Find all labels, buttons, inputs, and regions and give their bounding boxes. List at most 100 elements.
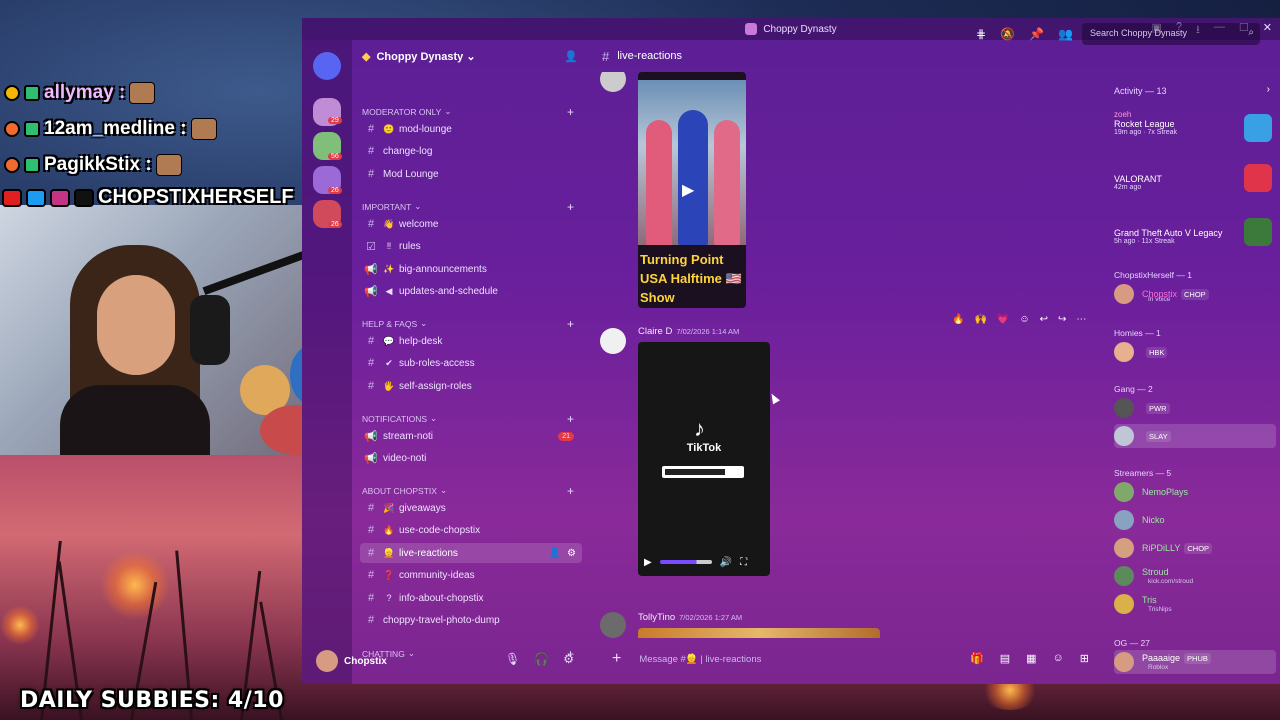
avatar[interactable] bbox=[316, 650, 338, 672]
message-time: 7/02/2026 1:27 AM bbox=[679, 613, 743, 622]
avatar[interactable] bbox=[600, 328, 626, 354]
close-button[interactable]: ✕ bbox=[1263, 21, 1272, 40]
play-icon[interactable]: ▶ bbox=[682, 180, 694, 200]
add-channel-icon[interactable]: + bbox=[567, 412, 574, 426]
tiktok-video-attachment[interactable]: ♪ TikTok ▶ 🔊 ⛶ bbox=[638, 342, 770, 576]
avatar bbox=[1114, 538, 1134, 558]
activity-card[interactable]: VALORANT 42m ago bbox=[1114, 164, 1274, 192]
channel-mod-lounge-voice[interactable]: # Mod Lounge bbox=[360, 164, 582, 184]
reaction-emoji[interactable]: 🔥 bbox=[952, 314, 964, 325]
message-header: TollyTino 7/02/2026 1:27 AM bbox=[638, 612, 742, 623]
server-header[interactable]: ◆ Choppy Dynasty ⌄ 👤 bbox=[352, 40, 588, 72]
tiktok-icon bbox=[74, 188, 94, 207]
reply-icon[interactable]: ↩ bbox=[1040, 314, 1048, 325]
emote-icon bbox=[190, 118, 217, 140]
category-label: MODERATOR ONLY bbox=[362, 106, 442, 117]
channel-stream-noti[interactable]: 📢 stream-noti 21 bbox=[360, 426, 582, 446]
headphones-icon[interactable]: 🎧 bbox=[534, 652, 549, 666]
member-item[interactable]: Chopstix CHOP In voice bbox=[1114, 282, 1276, 306]
reaction-emoji[interactable]: 💗 bbox=[997, 314, 1009, 325]
activity-card[interactable]: Grand Theft Auto V Legacy 5h ago · 11x S… bbox=[1114, 218, 1274, 246]
search-input[interactable]: Search Choppy Dynasty ⌕ bbox=[1082, 23, 1260, 45]
message-author[interactable]: TollyTino bbox=[638, 612, 675, 623]
threads-icon[interactable]: ⋕ bbox=[976, 27, 986, 41]
channel-welcome[interactable]: # 👋 welcome bbox=[360, 214, 582, 234]
message-hover-toolbar: 🔥 🙌 💗 ☺ ↩ ↪ ⋯ bbox=[952, 314, 1086, 325]
channel-info-about-chopstix[interactable]: #? info-about-chopstix bbox=[360, 588, 582, 608]
member-item[interactable]: Paaaaige PHUB Roblox bbox=[1114, 650, 1276, 674]
emoji-icon[interactable]: ☺ bbox=[1053, 652, 1064, 665]
member-item[interactable]: SLAY bbox=[1114, 424, 1276, 448]
member-list-icon[interactable]: 👥 bbox=[1058, 27, 1073, 41]
member-item[interactable]: RiPDiLLY CHOP bbox=[1114, 536, 1276, 560]
notification-bell-icon[interactable]: 🔕 bbox=[1000, 27, 1015, 41]
channel-sub-roles-access[interactable]: # ✔ sub-roles-access bbox=[360, 353, 582, 373]
server-boost-icon: ◆ bbox=[362, 50, 371, 63]
category-moderator-only[interactable]: MODERATOR ONLY ⌄ + bbox=[362, 105, 578, 119]
member-group-label: OG — 27 bbox=[1114, 638, 1150, 648]
gift-icon[interactable]: 🎁 bbox=[970, 652, 984, 665]
member-group-label: ChopstixHerself — 1 bbox=[1114, 270, 1192, 280]
apps-icon[interactable]: ⊞ bbox=[1080, 652, 1089, 665]
channel-big-announcements[interactable]: 📢 ✨ big-announcements bbox=[360, 259, 582, 279]
add-channel-icon[interactable]: + bbox=[567, 200, 574, 214]
microphone-icon[interactable]: 🎙 bbox=[505, 652, 520, 666]
gif-icon[interactable]: ▤ bbox=[1000, 652, 1010, 665]
channel-change-log[interactable]: # change-log bbox=[360, 141, 582, 161]
channel-community-ideas[interactable]: # ❓ community-ideas bbox=[360, 565, 582, 585]
member-item[interactable]: PWR bbox=[1114, 396, 1276, 420]
tiktok-brand: TikTok bbox=[686, 442, 722, 454]
add-friend-icon[interactable]: 👤 bbox=[564, 50, 578, 63]
play-icon[interactable]: ▶ bbox=[644, 557, 652, 568]
add-channel-icon[interactable]: + bbox=[567, 317, 574, 331]
avatar[interactable] bbox=[600, 72, 626, 92]
add-channel-icon[interactable]: + bbox=[567, 484, 574, 498]
reaction-emoji[interactable]: 🙌 bbox=[974, 314, 986, 325]
settings-gear-icon[interactable]: ⚙ bbox=[567, 548, 576, 559]
channel-use-code-chopstix[interactable]: # 🔥 use-code-chopstix bbox=[360, 520, 582, 540]
video-progress[interactable] bbox=[659, 560, 712, 564]
category-important[interactable]: IMPORTANT ⌄ + bbox=[362, 200, 578, 214]
invite-icon[interactable]: 👤 bbox=[549, 548, 561, 559]
channel-mod-lounge[interactable]: # 🙂 mod-lounge bbox=[360, 119, 582, 139]
discord-home-icon[interactable] bbox=[313, 52, 341, 80]
unread-badge: 26 bbox=[328, 187, 342, 194]
activity-card[interactable]: zoeh Rocket League 19m ago · 7x Streak bbox=[1114, 110, 1274, 142]
channel-video-noti[interactable]: 📢 video-noti bbox=[360, 448, 582, 468]
channel-sidebar: ◆ Choppy Dynasty ⌄ 👤 MODERATOR ONLY ⌄ + #… bbox=[352, 40, 588, 684]
add-reaction-icon[interactable]: ☺ bbox=[1019, 314, 1029, 325]
user-settings-gear-icon[interactable]: ⚙ bbox=[563, 652, 574, 666]
avatar[interactable] bbox=[600, 612, 626, 638]
video-attachment[interactable]: ▶ Turning Point USA Halftime 🇺🇸 Show bbox=[638, 72, 746, 308]
image-attachment[interactable] bbox=[638, 628, 880, 638]
fullscreen-icon[interactable]: ⛶ bbox=[740, 557, 747, 568]
message-author[interactable]: Claire D bbox=[638, 326, 672, 337]
category-about-chopstix[interactable]: ABOUT CHOPSTIX ⌄ + bbox=[362, 484, 578, 498]
forward-icon[interactable]: ↪ bbox=[1058, 314, 1066, 325]
channel-self-assign-roles[interactable]: # 🖐 self-assign-roles bbox=[360, 376, 582, 396]
overlay-chat-user: 12am_medline : bbox=[44, 118, 187, 139]
volume-icon[interactable]: 🔊 bbox=[720, 557, 732, 568]
channel-live-reactions[interactable]: # 👱 live-reactions 👤 ⚙ bbox=[360, 543, 582, 563]
discord-window: Choppy Dynasty ▣ ? ⭳ — ☐ ✕ 29 56 26 26 ◆… bbox=[302, 18, 1280, 684]
chevron-right-icon[interactable]: › bbox=[1267, 84, 1270, 95]
add-channel-icon[interactable]: + bbox=[567, 105, 574, 119]
member-item[interactable]: NemoPlays bbox=[1114, 480, 1276, 504]
channel-choppy-travel-photo-dump[interactable]: # choppy-travel-photo-dump bbox=[360, 610, 582, 630]
username: Chopstix bbox=[344, 655, 387, 667]
category-help-faqs[interactable]: HELP & FAQS ⌄ + bbox=[362, 317, 578, 331]
member-item[interactable]: Tris TrisNips bbox=[1114, 592, 1276, 616]
channel-updates-and-schedule[interactable]: 📢 ◀ updates-and-schedule bbox=[360, 281, 582, 301]
member-item[interactable]: Nicko bbox=[1114, 508, 1276, 532]
member-group-label: Homies — 1 bbox=[1114, 328, 1161, 338]
channel-giveaways[interactable]: # 🎉 giveaways bbox=[360, 498, 582, 518]
member-item[interactable]: Stroud kick.com/stroud bbox=[1114, 564, 1276, 588]
sticker-icon[interactable]: ▦ bbox=[1026, 652, 1036, 665]
category-notifications[interactable]: NOTIFICATIONS ⌄ + bbox=[362, 412, 578, 426]
pin-icon[interactable]: 📌 bbox=[1029, 27, 1044, 41]
upload-plus-icon[interactable]: + bbox=[612, 650, 621, 668]
member-item[interactable]: HBK bbox=[1114, 340, 1276, 364]
channel-help-desk[interactable]: # 💬 help-desk bbox=[360, 331, 582, 351]
channel-rules[interactable]: ☑ ‼ rules bbox=[360, 236, 582, 256]
more-icon[interactable]: ⋯ bbox=[1076, 314, 1086, 325]
